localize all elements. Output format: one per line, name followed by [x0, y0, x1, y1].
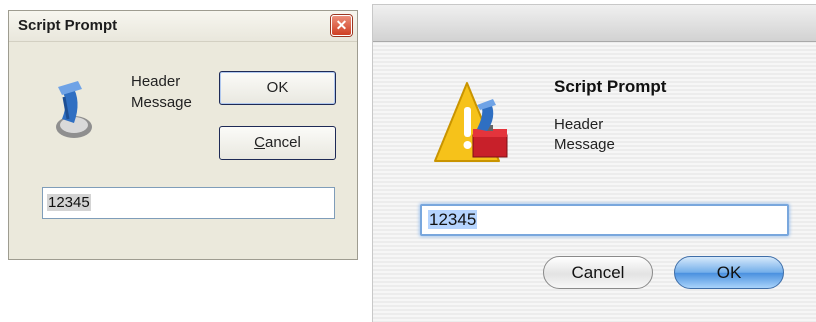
mac-message: Header Message	[554, 115, 615, 155]
mac-message-body: Message	[554, 136, 615, 153]
mac-ok-button[interactable]: OK	[674, 256, 784, 289]
windows-script-prompt-dialog: Script Prompt ✕ Header Message OK Cancel…	[8, 10, 358, 260]
windows-message-body: Message	[131, 94, 192, 111]
cancel-label-rest: ancel	[264, 134, 301, 151]
mac-input-value: 12345	[428, 210, 478, 229]
ok-button[interactable]: OK	[219, 71, 336, 105]
mac-script-prompt-dialog: Script Prompt Header Message 12345 Cance…	[372, 4, 816, 322]
windows-dialog-title: Script Prompt	[18, 17, 118, 34]
windows-title-bar[interactable]: Script Prompt ✕	[9, 11, 357, 42]
mac-text-input[interactable]: 12345	[420, 204, 789, 236]
mac-cancel-button[interactable]: Cancel	[543, 256, 653, 289]
mac-dialog-title: Script Prompt	[554, 77, 667, 96]
close-icon[interactable]: ✕	[331, 15, 352, 36]
script-tool-icon	[56, 81, 92, 138]
warning-toolbox-icon	[434, 82, 508, 162]
windows-message-header: Header	[131, 73, 181, 90]
cancel-accelerator: C	[254, 134, 265, 151]
windows-input-value: 12345	[47, 194, 91, 211]
windows-text-input[interactable]: 12345	[42, 187, 335, 219]
windows-message: Header Message	[131, 71, 192, 113]
cancel-button[interactable]: Cancel	[219, 126, 336, 160]
mac-message-header: Header	[554, 116, 604, 133]
mac-title-bar[interactable]	[373, 5, 816, 42]
